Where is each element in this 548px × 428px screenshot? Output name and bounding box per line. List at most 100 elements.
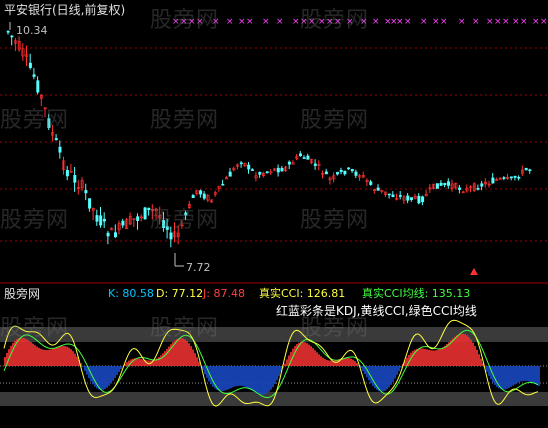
main-panel-grid: [0, 47, 548, 284]
candle-body: [239, 162, 243, 165]
kdj-bar: [356, 363, 358, 366]
kdj-bar: [68, 347, 70, 366]
signal-marker: ×: [520, 17, 528, 27]
kdj-bar: [84, 366, 86, 371]
watermark: 股旁网: [300, 108, 370, 133]
candle-body: [398, 195, 402, 197]
candlesticks: [6, 30, 532, 248]
kdj-bar: [398, 366, 400, 372]
kdj-bar: [506, 366, 508, 389]
kdj-bar: [196, 357, 198, 366]
kdj-bar: [310, 346, 312, 366]
kdj-bar: [302, 341, 304, 366]
watermark: 股旁网: [0, 108, 70, 133]
kdj-bar: [142, 359, 144, 366]
kdj-bar: [118, 366, 120, 372]
signal-marker: ×: [458, 17, 466, 27]
bottom-signal-icon: [470, 268, 478, 275]
kdj-bar: [412, 350, 414, 366]
low-price-label: 7.72: [186, 261, 211, 274]
kdj-bar: [226, 366, 228, 390]
kdj-bar: [182, 338, 184, 366]
candle-body: [287, 161, 291, 165]
candle-body: [391, 194, 395, 198]
kdj-bar: [418, 348, 420, 366]
kdj-bar: [424, 348, 426, 366]
candle-body: [228, 171, 232, 177]
kdj-bar: [198, 361, 200, 366]
kdj-bar: [166, 348, 168, 366]
kdj-bar: [264, 366, 266, 395]
candle-body: [369, 181, 373, 185]
kdj-bar: [520, 366, 522, 382]
kdj-bar: [316, 352, 318, 366]
candle-body: [476, 188, 480, 190]
candle-body: [421, 196, 425, 203]
watermark: 股旁网: [300, 8, 370, 33]
candle-body: [524, 167, 528, 171]
kdj-bar: [446, 343, 448, 366]
kdj-bar: [294, 346, 296, 366]
kdj-bar: [426, 349, 428, 366]
kdj-bar: [242, 366, 244, 387]
candle-body: [343, 170, 347, 175]
kdj-bar: [476, 349, 478, 366]
watermark: 股旁网: [0, 208, 70, 233]
kdj-bar: [270, 366, 272, 390]
kdj-bar: [246, 366, 248, 388]
candle-body: [95, 215, 99, 222]
kdj-bar: [322, 357, 324, 366]
kdj-bar: [42, 349, 44, 366]
candle-body: [280, 167, 284, 172]
candle-body: [121, 220, 125, 226]
candle-body: [258, 171, 262, 175]
kdj-bar: [378, 366, 380, 392]
kdj-bar: [102, 366, 104, 390]
kdj-bar: [308, 344, 310, 366]
kdj-bar: [344, 357, 346, 366]
d-value: D: 77.12: [156, 287, 204, 300]
candle-body: [102, 218, 106, 222]
kdj-bar: [286, 359, 288, 366]
candle-body: [114, 232, 118, 238]
kdj-bar: [318, 354, 320, 366]
kdj-bar: [350, 358, 352, 366]
signal-marker: ×: [494, 17, 502, 27]
candle-body: [250, 169, 254, 171]
kdj-bar: [36, 346, 38, 366]
kdj-bar: [468, 337, 470, 366]
kdj-bar: [536, 366, 538, 386]
candle-body: [191, 195, 195, 198]
kdj-bar: [444, 345, 446, 366]
kdj-bar: [260, 366, 262, 395]
candle-body: [517, 177, 521, 179]
candle-body: [84, 190, 88, 194]
kdj-bar: [494, 366, 496, 385]
kdj-bar: [532, 366, 534, 384]
kdj-bar: [304, 342, 306, 366]
kdj-bar: [40, 348, 42, 366]
kdj-bar: [486, 366, 488, 372]
candle-body: [202, 193, 206, 199]
signal-marker: ×: [246, 17, 254, 27]
candle-body: [439, 182, 443, 186]
kdj-bar: [58, 346, 60, 366]
kdj-bar: [454, 336, 456, 366]
signal-marker: ×: [226, 17, 234, 27]
kdj-bar: [30, 342, 32, 366]
watermark: 股旁网: [300, 208, 370, 233]
kdj-bar: [238, 366, 240, 386]
candle-body: [458, 187, 462, 190]
kdj-bar: [306, 343, 308, 366]
kdj-bar: [320, 356, 322, 366]
kdj-bar: [510, 366, 512, 387]
kdj-bar: [472, 342, 474, 366]
kdj-bar: [82, 366, 84, 368]
kdj-bar: [70, 349, 72, 366]
kdj-bar: [458, 334, 460, 366]
kdj-bar: [44, 349, 46, 366]
kline-chart[interactable]: × × × × × × × × × × × × × × × × × × × ××× × × × × × × × × × × × × ×: [0, 0, 548, 428]
watermark: 股旁网: [0, 316, 70, 341]
signal-marker: ×: [396, 17, 404, 27]
signal-marker: ×: [432, 17, 440, 27]
